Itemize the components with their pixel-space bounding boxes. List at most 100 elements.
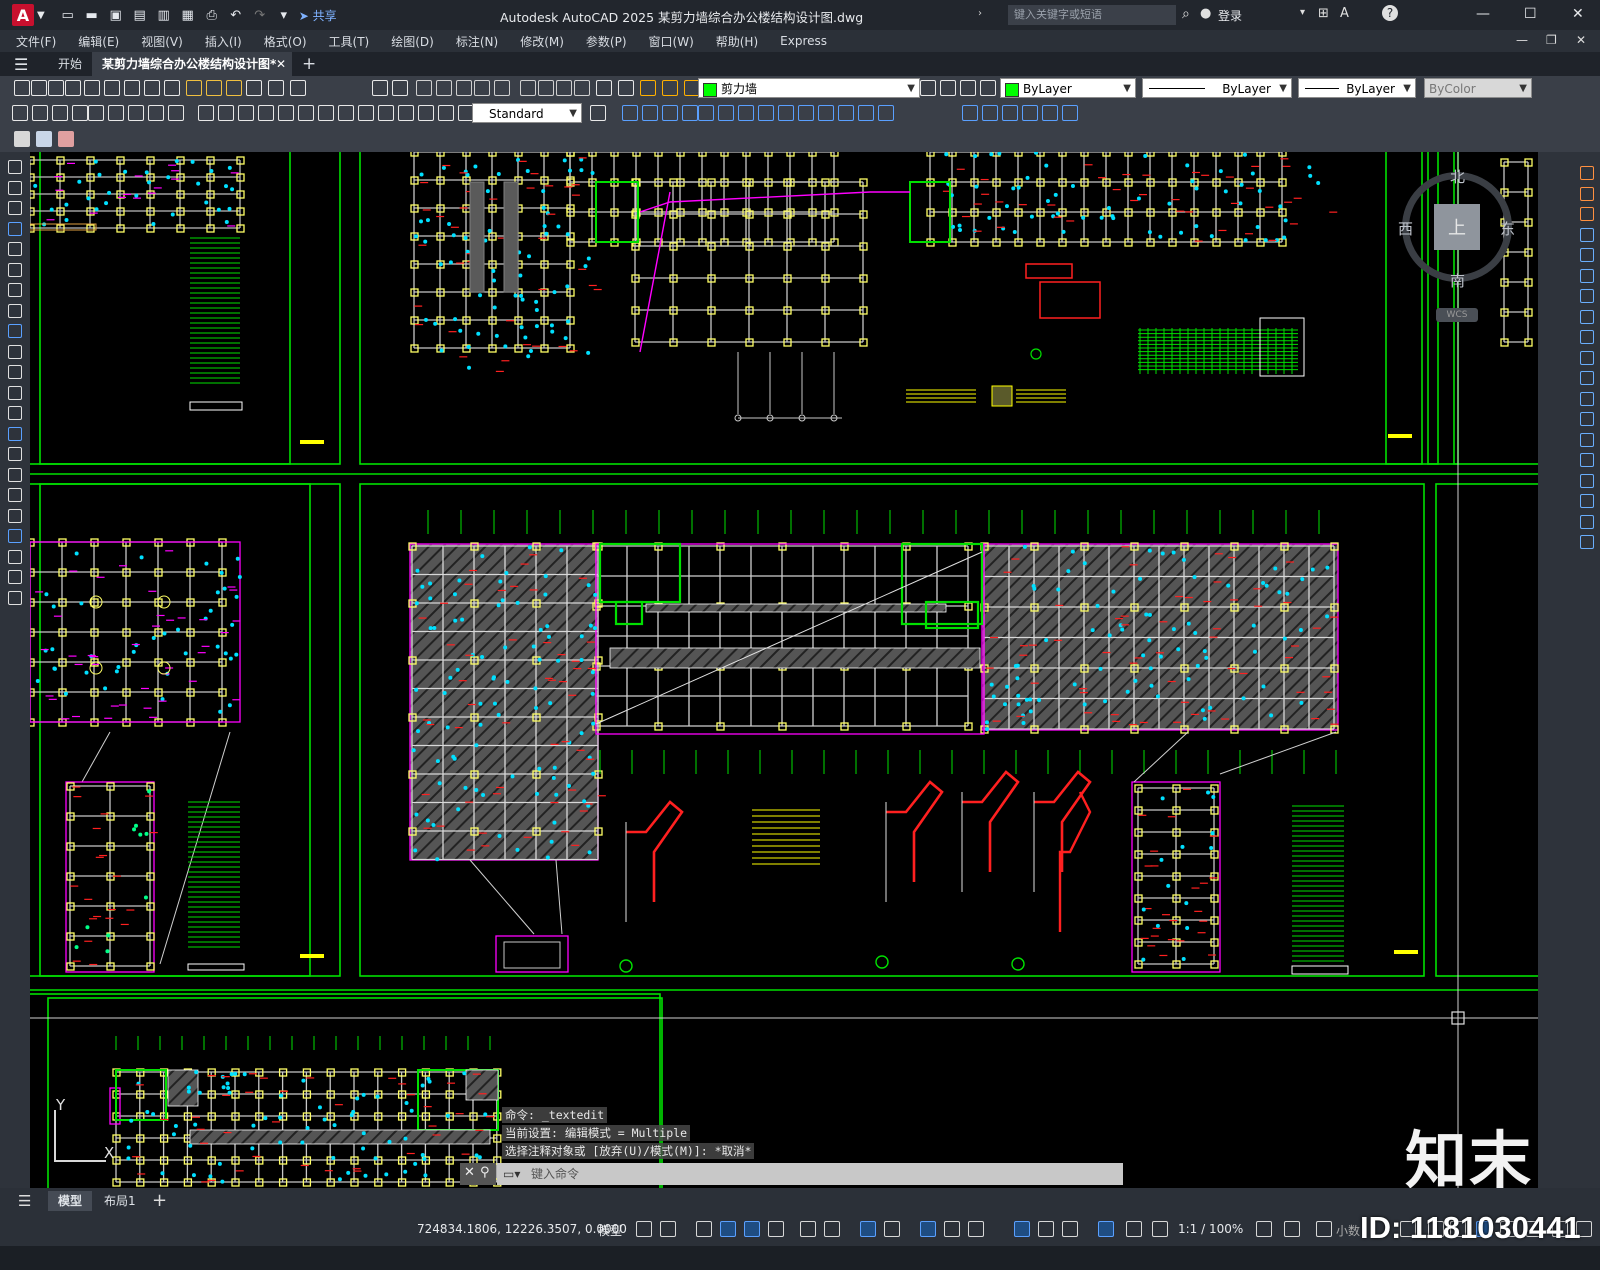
- command-customize-icon[interactable]: ⚲: [480, 1165, 490, 1180]
- dimension-tool-icon[interactable]: [798, 105, 814, 121]
- status-toggle-icon[interactable]: [1014, 1221, 1030, 1237]
- dimension-tool-icon[interactable]: [682, 105, 698, 121]
- user-icon[interactable]: ●: [1200, 6, 1211, 21]
- dimension-tool-icon[interactable]: [818, 105, 834, 121]
- search-icon[interactable]: ⌕: [1182, 6, 1190, 22]
- viewcube-top-face[interactable]: 上: [1434, 204, 1480, 250]
- standard-tool-icon[interactable]: [290, 80, 306, 96]
- modify-tool-icon[interactable]: [1580, 412, 1594, 426]
- draw-tool-icon[interactable]: [8, 344, 22, 359]
- menu-file[interactable]: 文件(F): [16, 33, 56, 50]
- status-toggle-icon[interactable]: [1062, 1221, 1078, 1237]
- dimension-tool-icon[interactable]: [1022, 105, 1038, 121]
- draw-tool-icon[interactable]: [8, 447, 22, 461]
- units-display[interactable]: 小数: [1336, 1222, 1360, 1239]
- modify-tool-icon[interactable]: [1580, 309, 1594, 324]
- menu-edit[interactable]: 编辑(E): [78, 33, 119, 50]
- new-file-icon[interactable]: ▭: [59, 7, 77, 23]
- standard-tool-icon[interactable]: [494, 80, 510, 96]
- menu-help[interactable]: 帮助(H): [716, 33, 758, 50]
- viewcube-north[interactable]: 北: [1450, 166, 1465, 187]
- standard-tool-icon[interactable]: [14, 80, 30, 96]
- modify-tool-icon[interactable]: [1580, 166, 1594, 180]
- command-close-icon[interactable]: ✕: [464, 1165, 475, 1180]
- menu-draw[interactable]: 绘图(D): [391, 33, 434, 50]
- tab-close-icon[interactable]: ✕: [276, 52, 286, 76]
- save-icon[interactable]: ▣: [107, 7, 125, 23]
- tab-model[interactable]: 模型: [48, 1191, 93, 1211]
- lineweight-dropdown[interactable]: ByLayer ▼: [1298, 78, 1416, 98]
- wcs-menu[interactable]: WCS: [1436, 308, 1478, 322]
- status-toggle-icon[interactable]: [920, 1221, 936, 1237]
- dimension-tool-icon[interactable]: [590, 105, 606, 121]
- standard-tool-icon[interactable]: [104, 80, 120, 96]
- text-style-dropdown[interactable]: Standard ▼: [472, 103, 582, 123]
- add-layout-icon[interactable]: +: [152, 1190, 167, 1211]
- standard-tool-icon[interactable]: [920, 80, 936, 96]
- command-input[interactable]: ▭▾ 键入命令: [497, 1163, 1123, 1185]
- draw-tool-icon[interactable]: [8, 426, 22, 441]
- draw-tool-icon[interactable]: [8, 467, 22, 482]
- tab-layout1[interactable]: 布局1: [94, 1191, 146, 1211]
- status-toggle-icon[interactable]: [720, 1221, 736, 1237]
- new-tab-button[interactable]: +: [292, 52, 326, 76]
- dimension-tool-icon[interactable]: [128, 105, 144, 121]
- dimension-tool-icon[interactable]: [858, 105, 874, 121]
- dimension-tool-icon[interactable]: [278, 105, 294, 121]
- plot-preview-icon[interactable]: ▦: [179, 7, 197, 23]
- help-search-input[interactable]: 键入关键字或短语: [1008, 5, 1176, 25]
- modify-tool-icon[interactable]: [1580, 535, 1594, 549]
- draw-tool-icon[interactable]: [8, 590, 22, 605]
- layer-dropdown[interactable]: 剪力墙 ▼: [698, 78, 920, 98]
- draw-tool-icon[interactable]: [8, 283, 22, 297]
- standard-tool-icon[interactable]: [596, 80, 612, 96]
- dimension-tool-icon[interactable]: [88, 105, 104, 121]
- command-prompt-icon[interactable]: ▭▾: [503, 1163, 520, 1185]
- dimension-tool-icon[interactable]: [218, 105, 234, 121]
- autocad-logo-icon[interactable]: A: [12, 4, 34, 26]
- status-toggle-icon[interactable]: [944, 1221, 960, 1237]
- status-toggle-icon[interactable]: [800, 1221, 816, 1237]
- dimension-tool-icon[interactable]: [72, 105, 88, 121]
- menu-format[interactable]: 格式(O): [264, 33, 307, 50]
- share-button[interactable]: ➤ 共享: [299, 7, 337, 24]
- publish-icon[interactable]: ▥: [155, 7, 173, 23]
- dimension-tool-icon[interactable]: [642, 105, 658, 121]
- menu-view[interactable]: 视图(V): [141, 33, 183, 50]
- dimension-tool-icon[interactable]: [1002, 105, 1018, 121]
- cart-icon[interactable]: ⊞: [1318, 6, 1329, 21]
- modify-tool-icon[interactable]: [1580, 268, 1594, 283]
- help-icon[interactable]: ?: [1382, 5, 1398, 21]
- layout-icon[interactable]: [14, 131, 30, 147]
- standard-tool-icon[interactable]: [640, 80, 656, 96]
- status-toggle-icon[interactable]: [1098, 1221, 1114, 1237]
- plotstyle-dropdown[interactable]: ByColor ▼: [1424, 78, 1532, 98]
- tab-document[interactable]: 某剪力墙综合办公楼结构设计图* ✕: [92, 52, 292, 76]
- standard-tool-icon[interactable]: [48, 80, 64, 96]
- status-toggle-icon[interactable]: [884, 1221, 900, 1237]
- autodesk-a360-icon[interactable]: A: [1340, 6, 1349, 21]
- dimension-tool-icon[interactable]: [438, 105, 454, 121]
- draw-tool-icon[interactable]: [8, 242, 22, 256]
- modify-tool-icon[interactable]: [1580, 186, 1594, 201]
- dimension-tool-icon[interactable]: [1042, 105, 1058, 121]
- linetype-dropdown[interactable]: ByLayer ▼: [1142, 78, 1292, 98]
- draw-tool-icon[interactable]: [8, 365, 22, 379]
- chevron-right-icon[interactable]: ›: [978, 8, 982, 19]
- draw-tool-icon[interactable]: [8, 324, 22, 338]
- redo-icon[interactable]: ↷: [251, 7, 269, 23]
- dimension-tool-icon[interactable]: [962, 105, 978, 121]
- dimension-tool-icon[interactable]: [298, 105, 314, 121]
- standard-tool-icon[interactable]: [416, 80, 432, 96]
- modify-tool-icon[interactable]: [1580, 473, 1594, 488]
- login-button[interactable]: 登录: [1218, 7, 1242, 24]
- modify-tool-icon[interactable]: [1580, 494, 1594, 508]
- dimension-tool-icon[interactable]: [258, 105, 274, 121]
- dimension-tool-icon[interactable]: [108, 105, 124, 121]
- standard-tool-icon[interactable]: [662, 80, 678, 96]
- markup-icon[interactable]: [58, 131, 74, 147]
- coordinate-readout[interactable]: 724834.1806, 12226.3507, 0.0000: [417, 1222, 627, 1236]
- draw-tool-icon[interactable]: [8, 488, 22, 502]
- standard-tool-icon[interactable]: [164, 80, 180, 96]
- standard-tool-icon[interactable]: [960, 80, 976, 96]
